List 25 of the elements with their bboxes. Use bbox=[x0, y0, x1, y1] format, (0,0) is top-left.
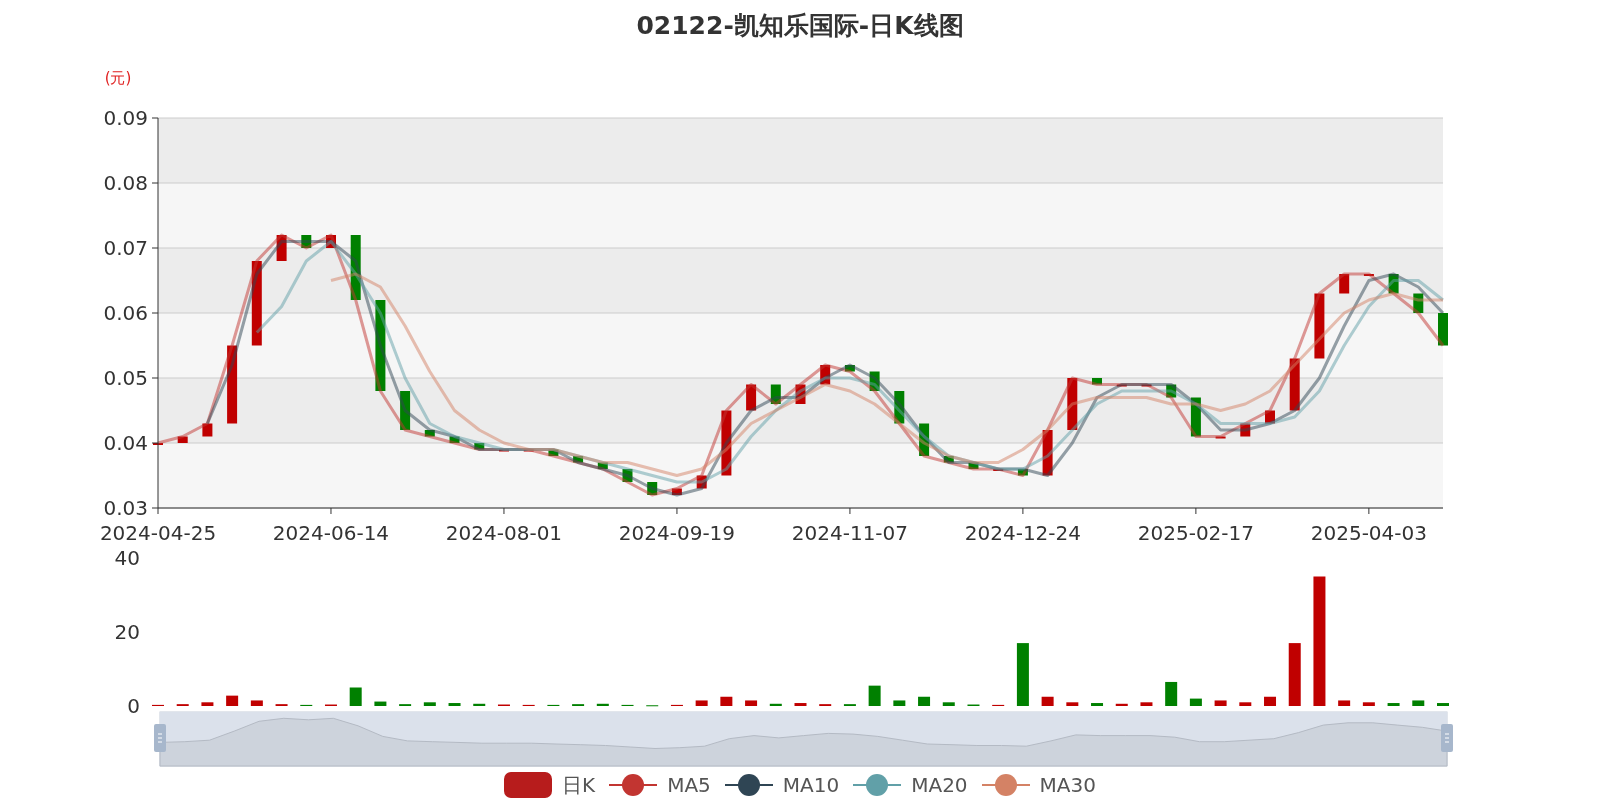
axis-label: 0.06 bbox=[103, 301, 148, 325]
axis-label: 0.04 bbox=[103, 431, 148, 455]
legend-item[interactable]: MA30 bbox=[981, 770, 1096, 800]
axis-label: 2024-11-07 bbox=[791, 521, 909, 545]
axis-label: 0.07 bbox=[103, 236, 148, 260]
axis-label: 2025-04-03 bbox=[1310, 521, 1427, 545]
legend-item[interactable]: MA20 bbox=[853, 770, 968, 800]
unit-label: (元) bbox=[104, 69, 132, 87]
axis-label: 20 bbox=[114, 620, 140, 644]
legend-item[interactable]: 日K bbox=[504, 770, 596, 800]
axis-label: 0.09 bbox=[103, 106, 148, 130]
axis-label: 2024-12-24 bbox=[964, 521, 1081, 545]
axis-label: 0.03 bbox=[103, 496, 148, 520]
axis-label: 2024-08-01 bbox=[445, 521, 563, 545]
chart-title: 02122-凯知乐国际-日K线图 bbox=[636, 9, 964, 42]
axis-label: 2024-04-25 bbox=[99, 521, 217, 545]
legend-item[interactable]: MA10 bbox=[724, 770, 840, 800]
axis-label: 2024-09-19 bbox=[618, 521, 736, 545]
axis-label: 0 bbox=[127, 694, 140, 718]
axis-label: 0.05 bbox=[103, 366, 148, 390]
axis-label: 0.08 bbox=[103, 171, 148, 195]
axis-label: 2025-02-17 bbox=[1137, 521, 1254, 545]
axis-label: 40 bbox=[114, 546, 140, 570]
legend-item[interactable]: MA5 bbox=[609, 770, 711, 800]
axis-label: 2024-06-14 bbox=[272, 521, 390, 545]
